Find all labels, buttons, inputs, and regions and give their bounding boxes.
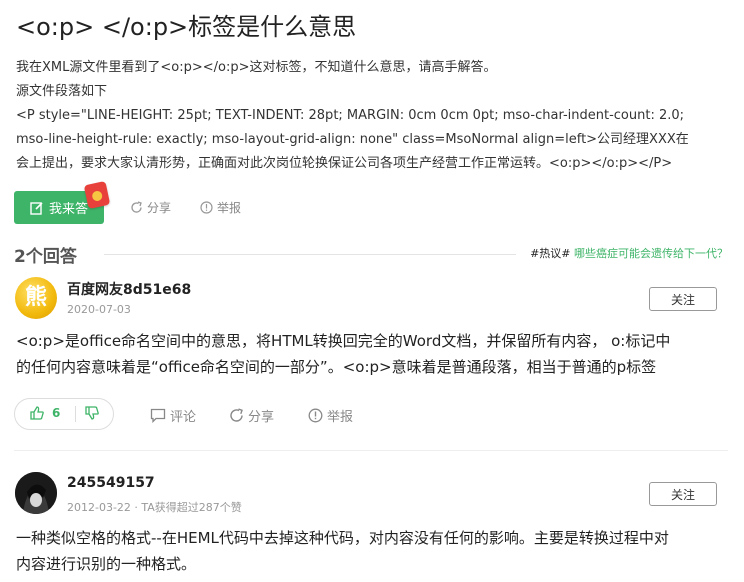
answer-line: <o:p>是office命名空间中的意思，将HTML转换回完全的Word文档，并… — [16, 332, 671, 350]
report-question-button[interactable]: 举报 — [200, 199, 241, 216]
description-line: 我在XML源文件里看到了<o:p></o:p>这对标签，不知道什么意思，请高手解… — [16, 60, 497, 75]
warning-icon — [200, 201, 213, 214]
red-packet-icon[interactable] — [83, 180, 111, 210]
bear-logo-icon: 熊 — [24, 285, 47, 310]
share-label: 分享 — [248, 410, 275, 425]
answer-divider — [14, 450, 728, 451]
question-description: 我在XML源文件里看到了<o:p></o:p>这对标签，不知道什么意思，请高手解… — [16, 56, 728, 176]
answer-button-label: 我来答 — [48, 202, 88, 217]
share-answer-button[interactable]: 分享 — [229, 406, 274, 425]
report-answer-button[interactable]: 举报 — [308, 406, 353, 425]
share-label: 分享 — [147, 201, 172, 215]
vote-box: 6 — [14, 398, 114, 430]
share-icon — [130, 201, 143, 214]
share-question-button[interactable]: 分享 — [130, 199, 171, 216]
header-divider — [104, 254, 516, 255]
share-icon — [229, 408, 244, 423]
answer-count: 2个回答 — [14, 247, 77, 267]
answer-line: 内容进行识别的一种格式。 — [16, 555, 197, 573]
description-line: 会上提出，要求大家认清形势，正确面对此次岗位轮换保证公司各项生产经营工作正常运转… — [16, 156, 673, 171]
description-line: <P style="LINE-HEIGHT: 25pt; TEXT-INDENT… — [16, 108, 685, 123]
report-label: 举报 — [327, 410, 354, 425]
vote-divider — [75, 406, 76, 422]
comment-icon — [150, 408, 166, 423]
answer-username[interactable]: 百度网友8d51e68 — [67, 279, 191, 299]
question-page: <o:p> </o:p>标签是什么意思 我在XML源文件里看到了<o:p></o… — [0, 0, 744, 582]
answer-date: 2020-07-03 — [67, 303, 131, 316]
like-count: 6 — [52, 406, 61, 420]
hot-topic[interactable]: #热议# 哪些癌症可能会遗传给下一代？ — [530, 245, 728, 261]
avatar[interactable]: 熊 — [15, 277, 57, 319]
question-title: <o:p> </o:p>标签是什么意思 — [16, 13, 357, 41]
report-label: 举报 — [217, 201, 242, 215]
avatar[interactable] — [15, 472, 57, 514]
thumbs-down-icon — [85, 406, 99, 420]
answer-meta: 2012-03-22 · TA获得超过287个赞 — [67, 501, 242, 514]
hot-tag: #热议# — [530, 247, 571, 260]
anime-avatar-icon — [15, 472, 57, 514]
warning-icon — [308, 408, 323, 423]
answer-line: 一种类似空格的格式--在HEML代码中去掉这种代码，对内容没有任何的影响。主要是… — [16, 529, 669, 547]
follow-button[interactable]: 关注 — [649, 482, 717, 506]
thumbs-up-icon — [30, 406, 44, 420]
answer-body: <o:p>是office命名空间中的意思，将HTML转换回完全的Word文档，并… — [16, 328, 728, 380]
description-line: mso-line-height-rule: exactly; mso-layou… — [16, 132, 689, 147]
dislike-button[interactable] — [85, 406, 99, 420]
follow-button[interactable]: 关注 — [649, 287, 717, 311]
description-line: 源文件段落如下 — [16, 84, 108, 99]
hot-topic-link[interactable]: 哪些癌症可能会遗传给下一代？ — [574, 247, 728, 260]
answer-username[interactable]: 245549157 — [67, 475, 155, 491]
answer-line: 的任何内容意味着是“office命名空间的一部分”。<o:p>意味着是普通段落，… — [16, 358, 657, 376]
comment-label: 评论 — [170, 410, 197, 425]
edit-icon — [30, 201, 44, 215]
answer-body: 一种类似空格的格式--在HEML代码中去掉这种代码，对内容没有任何的影响。主要是… — [16, 525, 728, 577]
answers-header: 2个回答 #热议# 哪些癌症可能会遗传给下一代？ — [14, 242, 728, 267]
comment-button[interactable]: 评论 — [150, 406, 196, 425]
like-button[interactable]: 6 — [30, 406, 60, 420]
